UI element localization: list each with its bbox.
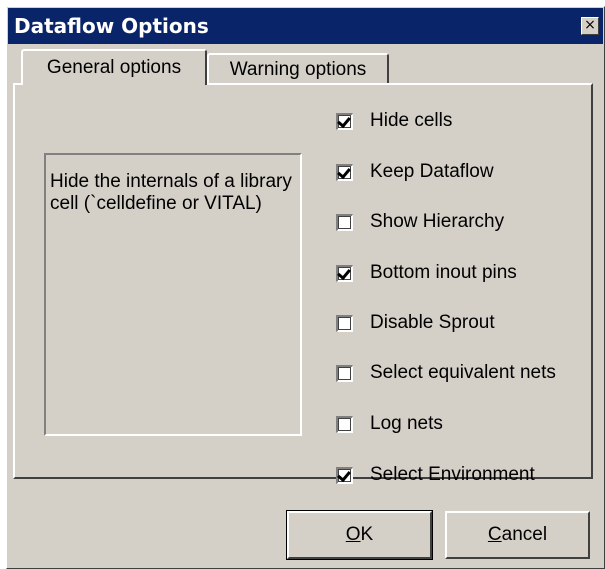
checkbox-box[interactable] — [336, 112, 353, 130]
checkbox-log-nets[interactable]: Log nets — [336, 413, 443, 435]
checkbox-box[interactable] — [336, 415, 353, 433]
checkbox-label: Show Hierarchy — [370, 211, 505, 232]
window-title: Dataflow Options — [14, 14, 209, 38]
checkbox-box[interactable] — [336, 364, 353, 382]
checkbox-box[interactable] — [336, 466, 353, 484]
checkbox-box[interactable] — [336, 264, 353, 282]
checkbox-label: Bottom inout pins — [370, 262, 517, 283]
checkbox-label: Select equivalent nets — [370, 362, 556, 383]
checkbox-box[interactable] — [336, 163, 353, 181]
checkbox-label: Hide cells — [370, 110, 453, 131]
checkbox-disable-sprout[interactable]: Disable Sprout — [336, 312, 495, 334]
checkbox-select-environment[interactable]: Select Environment — [336, 464, 535, 486]
checkbox-box[interactable] — [336, 213, 353, 231]
checkbox-select-equivalent-nets[interactable]: Select equivalent nets — [336, 362, 556, 384]
tab-warning-options[interactable]: Warning options — [207, 53, 389, 83]
checkbox-keep-dataflow[interactable]: Keep Dataflow — [336, 161, 494, 183]
checkbox-show-hierarchy[interactable]: Show Hierarchy — [336, 211, 504, 233]
ok-button-label: OK — [345, 524, 374, 545]
checkbox-bottom-inout-pins[interactable]: Bottom inout pins — [336, 262, 517, 284]
checkbox-label: Select Environment — [370, 464, 535, 485]
close-icon[interactable]: × — [581, 17, 599, 35]
checkbox-label: Keep Dataflow — [370, 161, 494, 182]
tab-general-options[interactable]: General options — [21, 49, 207, 85]
option-description-text: Hide the internals of a library cell (`c… — [50, 171, 292, 214]
checkbox-hide-cells[interactable]: Hide cells — [336, 110, 452, 132]
option-description-box: Hide the internals of a library cell (`c… — [44, 153, 302, 436]
cancel-button[interactable]: Cancel — [445, 511, 590, 559]
cancel-button-label: Cancel — [487, 524, 548, 545]
ok-button[interactable]: OK — [286, 510, 433, 560]
checkbox-box[interactable] — [336, 314, 353, 332]
title-bar[interactable]: Dataflow Options × — [8, 8, 603, 44]
checkbox-label: Disable Sprout — [370, 312, 495, 333]
checkbox-label: Log nets — [370, 413, 443, 434]
